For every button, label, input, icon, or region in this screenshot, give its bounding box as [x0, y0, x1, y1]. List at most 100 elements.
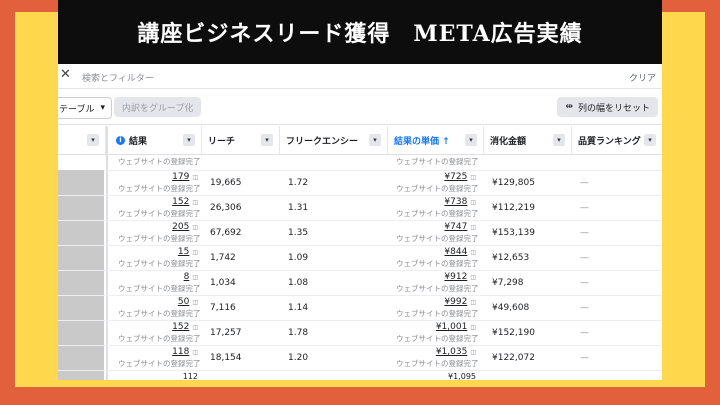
sort-dropdown-icon[interactable]: ▾	[261, 134, 273, 146]
header-quality-ranking[interactable]: 品質ランキング ▾	[572, 126, 662, 154]
results-cell: 205 ◫	[118, 222, 198, 232]
results-value[interactable]: 8	[184, 272, 190, 282]
reach-value: 26,306	[210, 203, 242, 213]
results-cell: 152 ◫	[118, 322, 198, 332]
table-row[interactable]: 118 ◫ ウェブサイトの登録完了 18,154 1.20 ¥1,035 ◫ ウェブサイトの登…	[58, 345, 662, 371]
table-row[interactable]: 8 ◫ ウェブサイトの登録完了 1,034 1.08 ¥912 ◫ ウェブサイトの登録完了 ¥7…	[58, 270, 662, 296]
results-cell: 118 ◫	[118, 347, 198, 357]
table-view-dropdown[interactable]: テーブル ▾	[58, 97, 112, 119]
partial-results-value[interactable]: 112	[118, 372, 198, 380]
partial-row-top: ウェブサイトの登録完了 ウェブサイトの登録完了	[58, 154, 662, 171]
column-resize-icon: ⇹	[565, 102, 573, 112]
amount-spent-value: ¥7,298	[492, 278, 524, 288]
sort-dropdown-icon[interactable]: ▾	[465, 134, 477, 146]
header-spent-label: 消化金額	[490, 136, 527, 147]
partial-result-type: ウェブサイトの登録完了	[396, 157, 479, 166]
quality-ranking-value: —	[580, 203, 589, 213]
cost-per-result-value[interactable]: ¥992	[444, 297, 467, 307]
amount-spent-value: ¥129,805	[492, 178, 535, 188]
search-input[interactable]: 検索とフィルター	[82, 71, 154, 84]
quality-ranking-value: —	[580, 303, 589, 313]
cost-result-type: ウェブサイトの登録完了	[396, 309, 479, 318]
sort-dropdown-icon[interactable]: ▾	[553, 134, 565, 146]
frequency-value: 1.14	[288, 303, 309, 313]
page-title: 講座ビジネスリード獲得 META広告実績	[58, 0, 662, 64]
table-row[interactable]: 179 ◫ ウェブサイトの登録完了 19,665 1.72 ¥725 ◫ ウェブサイトの登録完…	[58, 170, 662, 196]
reset-column-width-button[interactable]: ⇹ 列の幅をリセット	[557, 97, 658, 117]
amount-spent-value: ¥12,653	[492, 253, 530, 263]
sort-dropdown-icon[interactable]: ▾	[644, 134, 656, 146]
cost-per-result-value[interactable]: ¥725	[444, 172, 467, 182]
results-type: ウェブサイトの登録完了	[118, 334, 201, 343]
reach-value: 67,692	[210, 228, 242, 238]
compare-icon: ◫	[192, 224, 198, 231]
cost-result-type: ウェブサイトの登録完了	[396, 334, 479, 343]
quality-ranking-value: —	[580, 328, 589, 338]
frequency-value: 1.72	[288, 178, 309, 188]
header-amount-spent[interactable]: 消化金額 ▾	[484, 126, 572, 154]
compare-icon: ◫	[470, 274, 476, 281]
cost-per-result-value[interactable]: ¥747	[444, 222, 467, 232]
reach-value: 18,154	[210, 353, 242, 363]
info-icon[interactable]: i	[116, 135, 125, 145]
amount-spent-value: ¥153,139	[492, 228, 535, 238]
results-value[interactable]: 152	[172, 197, 189, 207]
partial-cost-value[interactable]: ¥1,095	[396, 372, 476, 380]
results-value[interactable]: 152	[172, 322, 189, 332]
cost-per-result-value[interactable]: ¥1,035	[436, 347, 468, 357]
cost-per-result-value[interactable]: ¥912	[444, 272, 467, 282]
compare-icon: ◫	[470, 324, 476, 331]
cost-per-result-cell: ¥725 ◫	[396, 172, 476, 182]
reach-value: 1,742	[210, 253, 236, 263]
table-row[interactable]: 152 ◫ ウェブサイトの登録完了 26,306 1.31 ¥738 ◫ ウェブサイトの登録完…	[58, 195, 662, 221]
results-value[interactable]: 50	[178, 297, 189, 307]
header-quality-label: 品質ランキング	[578, 136, 641, 147]
compare-icon: ◫	[470, 349, 476, 356]
sort-dropdown-icon[interactable]: ▾	[183, 134, 195, 146]
frequency-value: 1.78	[288, 328, 309, 338]
compare-icon: ◫	[192, 249, 198, 256]
ads-manager-screen: ✕ 検索とフィルター クリア テーブル ▾ 内訳をグループ化 ⇹ 列の幅をリセッ…	[58, 64, 662, 380]
compare-icon: ◫	[470, 249, 476, 256]
header-reach-label: リーチ	[208, 136, 236, 147]
close-icon[interactable]: ✕	[60, 67, 71, 82]
header-reach[interactable]: リーチ ▾	[202, 126, 280, 154]
results-cell: 15 ◫	[118, 247, 198, 257]
results-type: ウェブサイトの登録完了	[118, 234, 201, 243]
group-breakdown-button[interactable]: 内訳をグループ化	[114, 97, 202, 117]
reach-value: 1,034	[210, 278, 236, 288]
cost-per-result-cell: ¥912 ◫	[396, 272, 476, 282]
results-cell: 179 ◫	[118, 172, 198, 182]
compare-icon: ◫	[192, 349, 198, 356]
amount-spent-value: ¥152,190	[492, 328, 535, 338]
partial-row-bottom: 112 ¥1,095	[58, 372, 662, 380]
results-value[interactable]: 179	[172, 172, 189, 182]
compare-icon: ◫	[470, 299, 476, 306]
cost-per-result-value[interactable]: ¥844	[444, 247, 467, 257]
search-bar[interactable]: ✕ 検索とフィルター クリア	[58, 64, 662, 89]
results-value[interactable]: 118	[172, 347, 189, 357]
frequency-value: 1.20	[288, 353, 309, 363]
header-cost-per-result[interactable]: 結果の単価 ↑ ▾	[388, 126, 484, 154]
header-frequency[interactable]: フリークエンシー ▾	[280, 126, 388, 154]
header-name-col[interactable]: ▾	[58, 126, 106, 154]
cost-per-result-value[interactable]: ¥738	[444, 197, 467, 207]
sort-dropdown-icon[interactable]: ▾	[87, 134, 99, 146]
cost-per-result-value[interactable]: ¥1,001	[436, 322, 468, 332]
header-results-label: 結果	[129, 136, 148, 147]
table-row[interactable]: 50 ◫ ウェブサイトの登録完了 7,116 1.14 ¥992 ◫ ウェブサイトの登録完了 ¥…	[58, 295, 662, 321]
header-results[interactable]: i 結果 ▾	[110, 126, 202, 154]
sort-dropdown-icon[interactable]: ▾	[369, 134, 381, 146]
results-value[interactable]: 15	[178, 247, 189, 257]
quality-ranking-value: —	[580, 353, 589, 363]
results-value[interactable]: 205	[172, 222, 189, 232]
clear-button[interactable]: クリア	[629, 71, 656, 84]
cost-per-result-cell: ¥738 ◫	[396, 197, 476, 207]
table-view-label: テーブル	[59, 104, 95, 115]
table-row[interactable]: 152 ◫ ウェブサイトの登録完了 17,257 1.78 ¥1,001 ◫ ウェブサイトの登…	[58, 320, 662, 346]
table-row[interactable]: 15 ◫ ウェブサイトの登録完了 1,742 1.09 ¥844 ◫ ウェブサイトの登録完了 ¥…	[58, 245, 662, 271]
table-row[interactable]: 205 ◫ ウェブサイトの登録完了 67,692 1.35 ¥747 ◫ ウェブサイトの登録完…	[58, 220, 662, 246]
frequency-value: 1.31	[288, 203, 309, 213]
results-cell: 152 ◫	[118, 197, 198, 207]
reach-value: 19,665	[210, 178, 242, 188]
